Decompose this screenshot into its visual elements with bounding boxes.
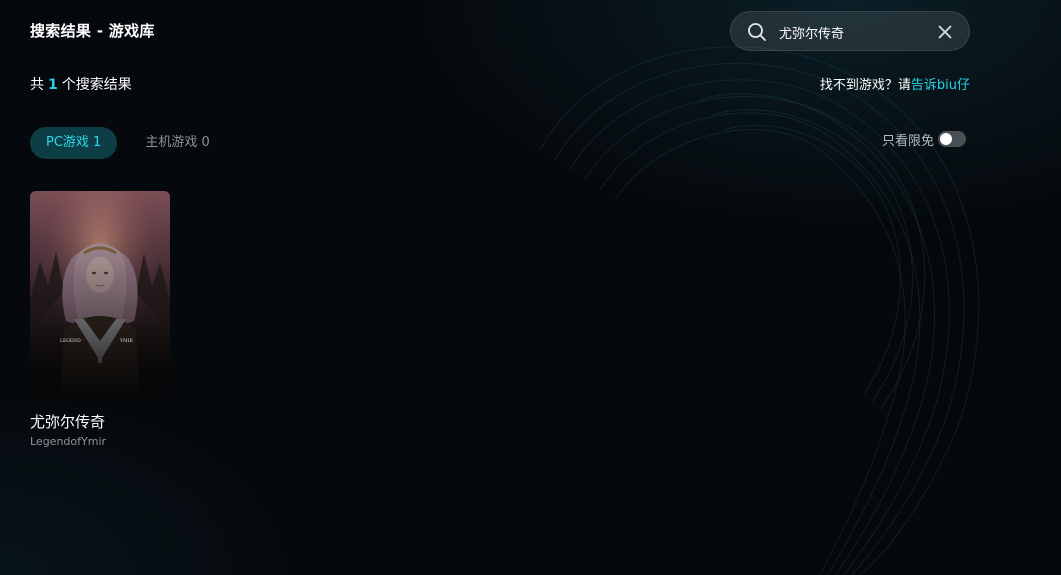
free-only-switch[interactable] xyxy=(938,131,967,147)
cover-caption-right: YMIR xyxy=(119,338,133,344)
feedback-text: 找不到游戏？请 xyxy=(819,78,911,93)
tab-console-games[interactable]: 主机游戏 0 xyxy=(129,127,225,159)
game-cover-image[interactable]: LEGEND YMIR xyxy=(30,191,170,401)
platform-tabs: PC游戏 1 主机游戏 0 xyxy=(30,127,226,159)
switch-knob xyxy=(940,133,953,145)
page-title: 搜索结果 - 游戏库 xyxy=(30,22,155,40)
feedback-link[interactable]: 告诉biu仔 xyxy=(911,78,970,93)
free-only-filter: 只看限免 xyxy=(882,130,967,149)
feedback-prompt: 找不到游戏？请告诉biu仔 xyxy=(820,74,970,93)
cover-art: LEGEND YMIR xyxy=(30,191,170,401)
result-count: 共 1 个搜索结果 xyxy=(30,74,132,94)
game-card[interactable]: LEGEND YMIR 尤弥尔传奇 LegendofYmir xyxy=(30,191,170,448)
game-subtitle: LegendofYmir xyxy=(30,435,107,448)
search-icon[interactable] xyxy=(747,22,767,42)
search-bar[interactable] xyxy=(730,11,970,51)
result-count-prefix: 共 xyxy=(30,77,44,93)
result-count-suffix: 个搜索结果 xyxy=(61,77,132,93)
search-results-page: 搜索结果 - 游戏库 共1个搜索结果 找不到游戏？请告诉biu仔 PC游戏 1 … xyxy=(0,0,1061,575)
tab-pc-games[interactable]: PC游戏 1 xyxy=(30,127,118,159)
close-icon[interactable] xyxy=(936,23,954,41)
result-count-number: 1 xyxy=(48,77,58,93)
search-input[interactable] xyxy=(779,21,929,43)
cover-caption-left: LEGEND xyxy=(60,338,81,344)
free-only-label: 只看限免 xyxy=(882,133,935,149)
game-title[interactable]: 尤弥尔传奇 xyxy=(30,411,170,432)
